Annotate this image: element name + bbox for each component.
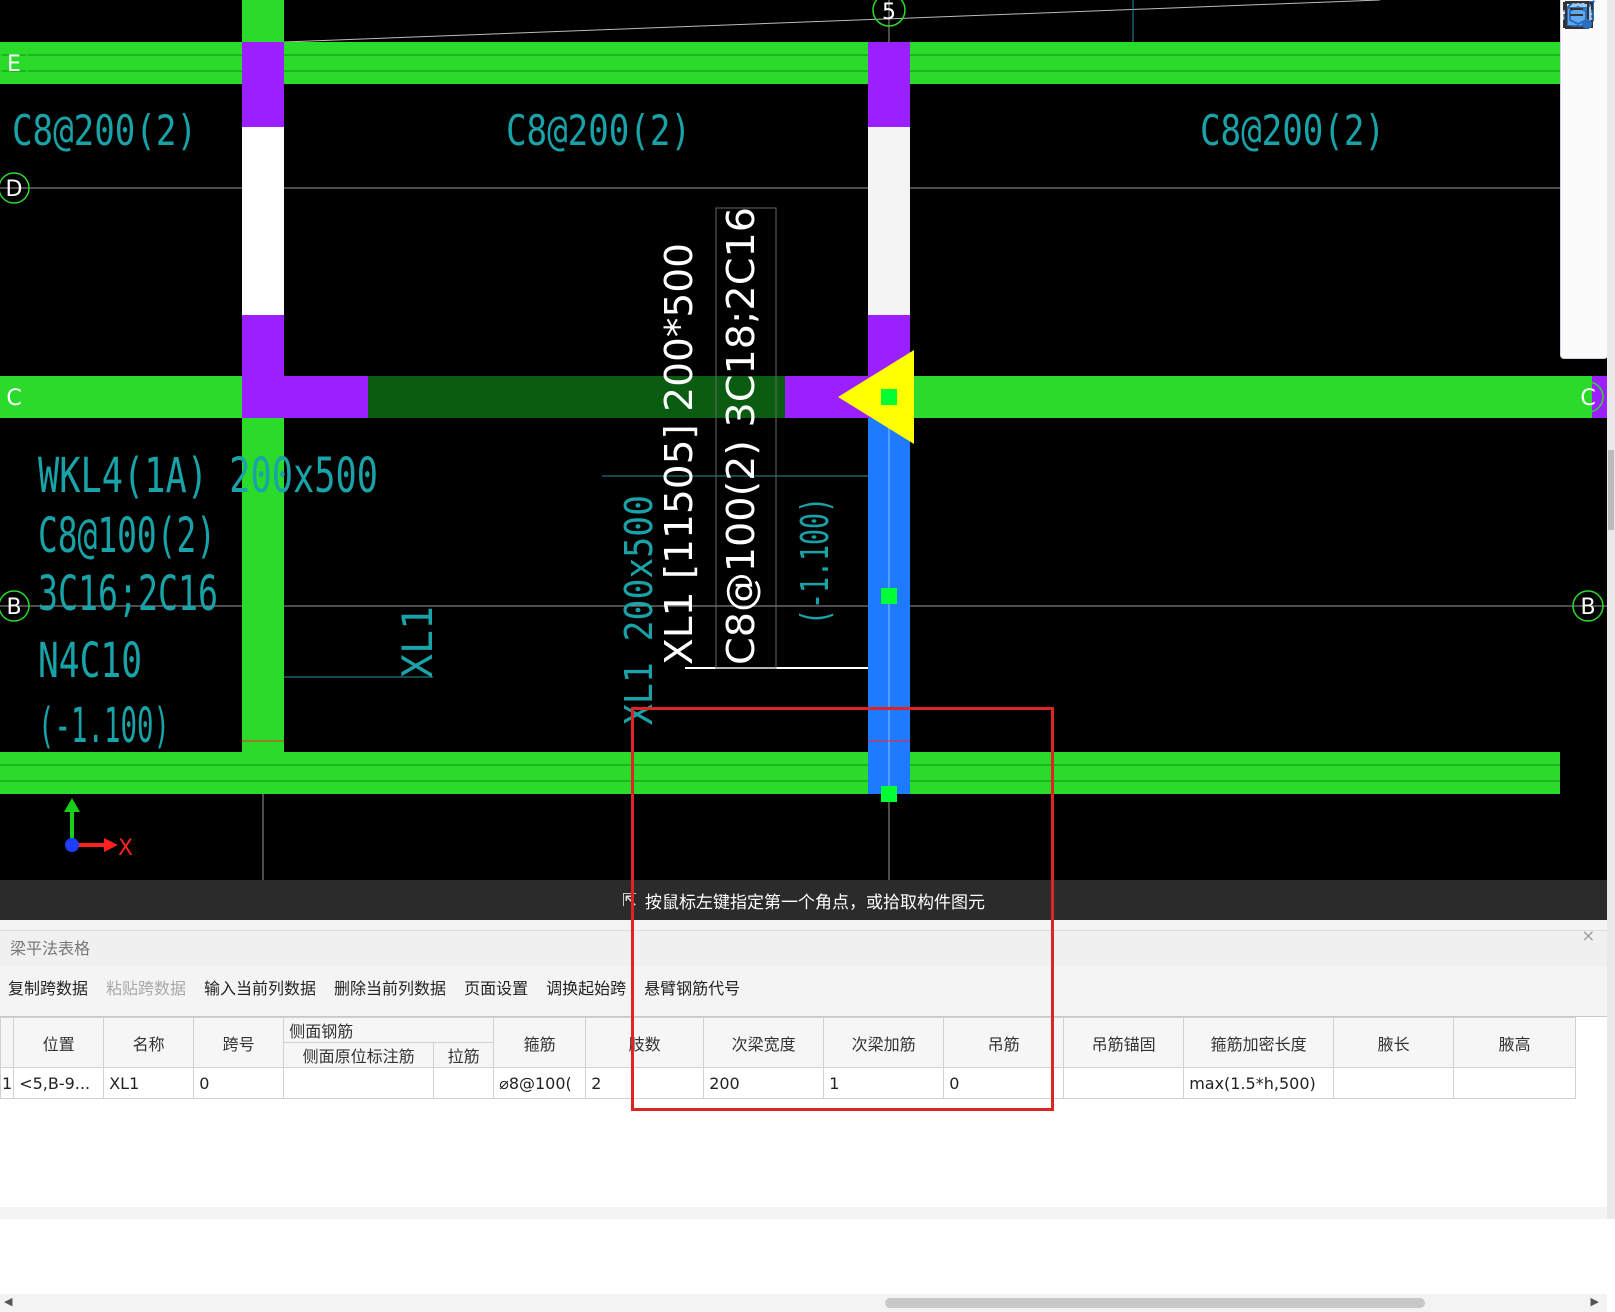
wall-3-white xyxy=(242,127,284,315)
vertical-scrollbar-thumb[interactable] xyxy=(1608,450,1614,530)
cell-hanger[interactable]: 0 xyxy=(943,1067,1065,1099)
col-header-hanger[interactable]: 吊筋 xyxy=(943,1017,1065,1068)
col-header-stirrup[interactable]: 箍筋 xyxy=(493,1017,587,1068)
x-axis-label: X xyxy=(118,836,133,861)
input-column-data-button[interactable]: 输入当前列数据 xyxy=(204,975,316,999)
swap-start-span-button[interactable]: 调换起始跨 xyxy=(546,975,626,999)
axis-label-5: 5 xyxy=(882,0,896,25)
cad-canvas[interactable]: E D C B C B 5 C8@200(2) C8@200(2) C8@200… xyxy=(0,0,1607,880)
xl1-rot-main: XL1 [11505] 200*500 xyxy=(657,243,701,665)
diagonal-line xyxy=(283,0,1381,43)
grip-point-2[interactable] xyxy=(881,588,897,604)
grip-point-1[interactable] xyxy=(881,389,897,405)
select-cube-icon[interactable] xyxy=(1561,2,1607,264)
cell-secondary-rebar[interactable]: 1 xyxy=(823,1067,945,1099)
xl1-left-label: XL1 xyxy=(393,606,442,678)
cantilever-rebar-code-button[interactable]: 悬臂钢筋代号 xyxy=(644,975,740,999)
origin-icon xyxy=(65,838,79,852)
status-bar: ⇱ 按鼠标左键指定第一个角点，或拾取构件图元 xyxy=(0,880,1607,920)
horizontal-scrollbar[interactable]: ◀ ▶ xyxy=(0,1294,1607,1312)
stirrup-label-1: C8@200(2) xyxy=(12,106,197,155)
axis-label-C: C xyxy=(6,386,21,411)
cell-hanger-anchor[interactable] xyxy=(1063,1067,1185,1099)
axis-label-D: D xyxy=(6,177,23,202)
solid-view-icon[interactable] xyxy=(1561,0,1607,176)
scroll-left-icon[interactable]: ◀ xyxy=(4,1295,12,1308)
cell-secondary-width[interactable]: 200 xyxy=(703,1067,825,1099)
column-E5-purple[interactable] xyxy=(868,42,910,127)
beam-table[interactable]: 位置 名称 跨号 侧面钢筋 箍筋 肢数 次梁宽度 次梁加筋 吊筋 吊筋锚固 箍筋… xyxy=(0,1016,1607,1312)
row-index-header xyxy=(0,1017,15,1068)
paste-span-data-button[interactable]: 粘贴跨数据 xyxy=(106,975,186,999)
scrollbar-thumb[interactable] xyxy=(885,1298,1425,1308)
table-row[interactable]: 1 <5,B-9... XL1 0 ⌀8@100( 2 200 1 0 max(… xyxy=(0,1067,1577,1099)
cell-dense-length[interactable]: max(1.5*h,500) xyxy=(1183,1067,1335,1099)
delete-column-data-button[interactable]: 删除当前列数据 xyxy=(334,975,446,999)
close-icon[interactable]: × xyxy=(1582,926,1595,945)
wall-5-white xyxy=(868,127,910,315)
col-header-secondary-rebar[interactable]: 次梁加筋 xyxy=(823,1017,945,1068)
col-header-haunch-length[interactable]: 腋长 xyxy=(1333,1017,1455,1068)
x-axis-arrow-icon xyxy=(104,838,118,852)
column-C3-ext[interactable] xyxy=(284,376,368,418)
scroll-right-icon[interactable]: ▶ xyxy=(1591,1295,1599,1308)
fit-view-icon[interactable] xyxy=(1561,2,1607,220)
cell-name[interactable]: XL1 xyxy=(103,1067,195,1099)
cell-side-inplace[interactable] xyxy=(283,1067,435,1099)
drawing-svg[interactable]: E D C B C B 5 C8@200(2) C8@200(2) C8@200… xyxy=(0,0,1607,880)
col-header-hanger-anchor[interactable]: 吊筋锚固 xyxy=(1063,1017,1185,1068)
axis-label-E: E xyxy=(7,52,21,77)
col-header-name[interactable]: 名称 xyxy=(103,1017,195,1068)
col-header-span[interactable]: 跨号 xyxy=(193,1017,285,1068)
column-C3-purple[interactable] xyxy=(242,315,284,418)
properties-icon[interactable] xyxy=(1561,1,1607,308)
col-header-side-inplace[interactable]: 侧面原位标注筋 xyxy=(283,1042,435,1068)
beam-bottom[interactable] xyxy=(0,752,1560,794)
y-axis-arrow-icon xyxy=(64,798,80,812)
axis-label-B-right: B xyxy=(1580,595,1595,620)
col-header-position[interactable]: 位置 xyxy=(13,1017,105,1068)
page-setup-button[interactable]: 页面设置 xyxy=(464,975,528,999)
beam-E[interactable] xyxy=(0,42,1560,84)
axis-label-B: B xyxy=(6,595,21,620)
stirrup-label-3: C8@200(2) xyxy=(1200,106,1385,155)
wkl-line5: (-1.100) xyxy=(38,698,170,754)
cell-position[interactable]: <5,B-9... xyxy=(13,1067,105,1099)
col-header-dense-length[interactable]: 箍筋加密长度 xyxy=(1183,1017,1335,1068)
wkl-line4: N4C10 xyxy=(38,633,142,689)
row-index: 1 xyxy=(0,1067,15,1099)
panel-toolbar: 复制跨数据 粘贴跨数据 输入当前列数据 删除当前列数据 页面设置 调换起始跨 悬… xyxy=(0,968,1607,1006)
wkl-line2: C8@100(2) xyxy=(38,508,216,564)
cell-haunch-height[interactable] xyxy=(1453,1067,1577,1099)
col-header-side-rebar[interactable]: 侧面钢筋 xyxy=(283,1017,495,1043)
xl1-rot-stirrup: C8@100(2) 3C18;2C16 xyxy=(719,207,763,665)
cell-span[interactable]: 0 xyxy=(193,1067,285,1099)
col-header-secondary-width[interactable]: 次梁宽度 xyxy=(703,1017,825,1068)
wkl-line3: 3C16;2C16 xyxy=(38,566,218,622)
copy-span-data-button[interactable]: 复制跨数据 xyxy=(8,975,88,999)
3d-view-icon[interactable]: 3D xyxy=(1561,1,1607,88)
grip-point-3[interactable] xyxy=(881,786,897,802)
wkl-line1: WKL4(1A) 200x500 xyxy=(38,448,378,504)
axis-label-C-right: C xyxy=(1580,386,1595,411)
col-header-tie[interactable]: 拉筋 xyxy=(433,1042,495,1068)
col-header-legs[interactable]: 肢数 xyxy=(585,1017,705,1068)
xl1-rot-dim: XL1 200x500 xyxy=(617,495,661,725)
status-message: 按鼠标左键指定第一个角点，或拾取构件图元 xyxy=(645,892,986,913)
vertical-scrollbar[interactable] xyxy=(1607,0,1615,1219)
box-view-icon[interactable] xyxy=(1561,1,1607,132)
view-toolbar: 3D xyxy=(1560,0,1607,359)
beam-table-panel: 梁平法表格 × 复制跨数据 粘贴跨数据 输入当前列数据 删除当前列数据 页面设置… xyxy=(0,920,1615,1312)
cell-haunch-length[interactable] xyxy=(1333,1067,1455,1099)
cell-legs[interactable]: 2 xyxy=(585,1067,705,1099)
panel-title: 梁平法表格 xyxy=(0,930,1607,966)
column-E3-purple[interactable] xyxy=(242,42,284,127)
stirrup-label-2: C8@200(2) xyxy=(506,106,691,155)
col-header-haunch-height[interactable]: 腋高 xyxy=(1453,1017,1577,1068)
cell-tie[interactable] xyxy=(433,1067,495,1099)
xl1-rot-elev: (-1.100) xyxy=(793,497,837,625)
pick-cursor-icon: ⇱ xyxy=(621,889,638,911)
cell-stirrup[interactable]: ⌀8@100( xyxy=(493,1067,587,1099)
